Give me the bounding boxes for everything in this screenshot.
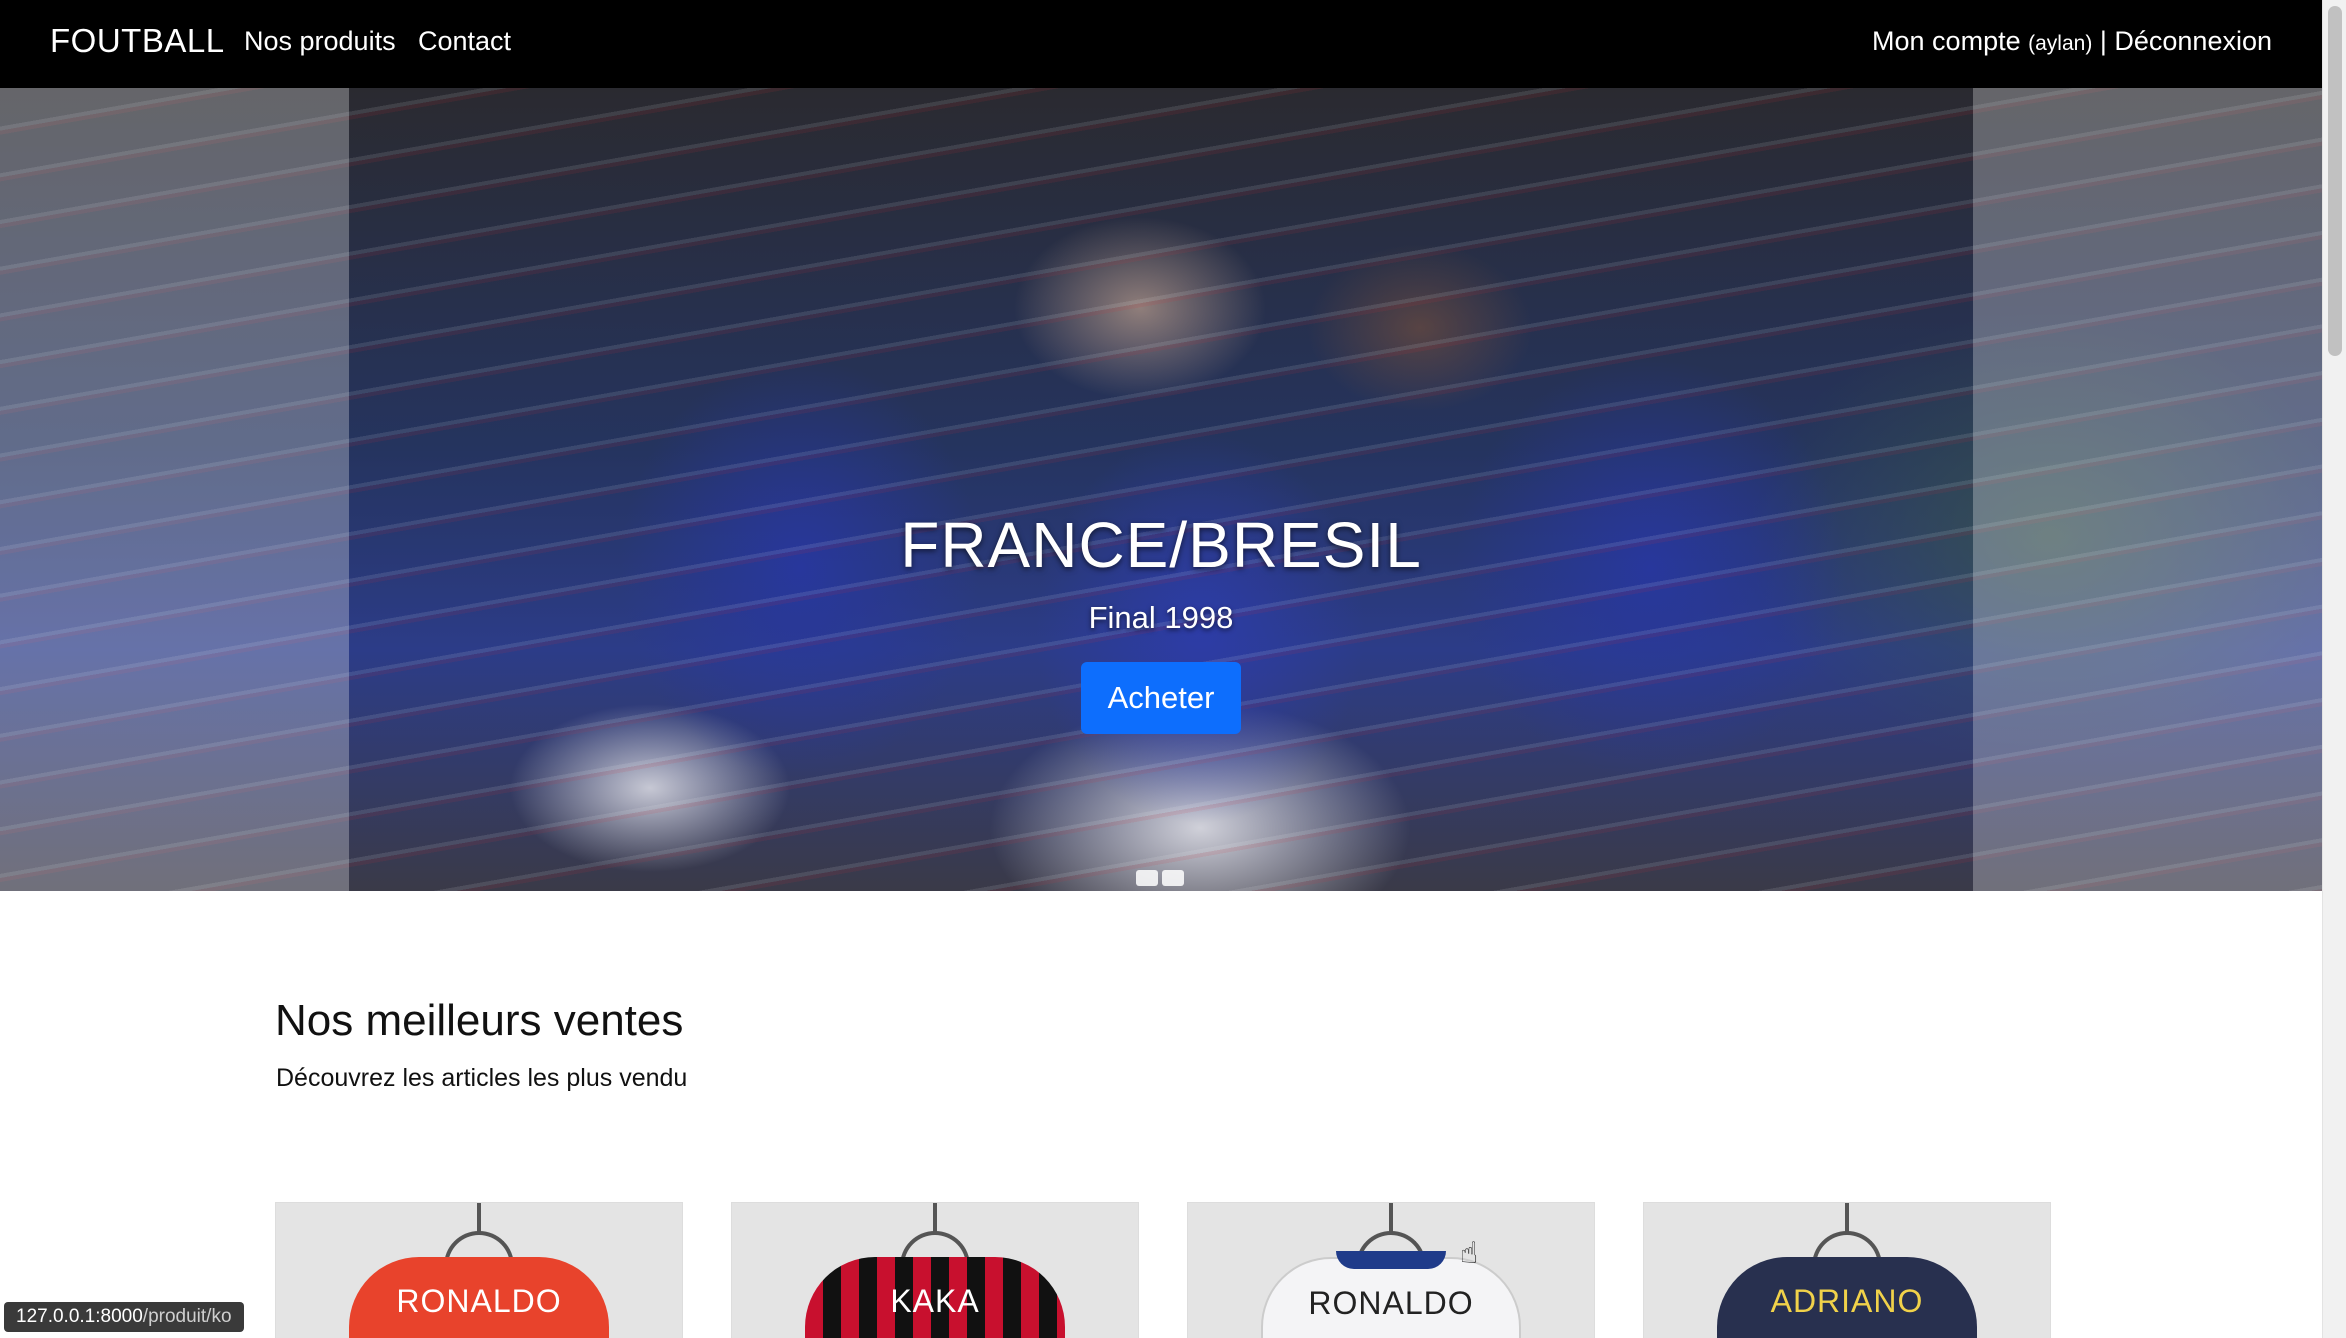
nav-link-products[interactable]: Nos produits [244, 26, 396, 57]
carousel-indicator-2[interactable] [1162, 870, 1184, 886]
jersey-name: RONALDO [1308, 1285, 1474, 1321]
jersey-name: RONALDO [396, 1283, 562, 1319]
product-image-jersey: RONALDO [349, 1257, 609, 1338]
hero-carousel: FRANCE/BRESIL Final 1998 Acheter [0, 88, 2322, 891]
product-grid: RONALDO KAKA RONALDO ADRIANO [275, 1202, 2051, 1338]
bestsellers-title: Nos meilleurs ventes [275, 996, 684, 1045]
carousel-next-control[interactable] [1973, 88, 2322, 891]
my-account-label: Mon compte [1872, 26, 2021, 56]
jersey-name: KAKA [890, 1283, 980, 1319]
bestsellers-subtitle: Découvrez les articles les plus vendu [276, 1064, 688, 1092]
carousel-indicator-1[interactable] [1136, 870, 1158, 886]
hand-pointer-cursor-icon: ☝ [1460, 1237, 1479, 1270]
jersey-name: ADRIANO [1770, 1283, 1924, 1319]
status-url-host: 127.0.0.1:8000 [16, 1306, 143, 1327]
product-image-jersey: KAKA [805, 1257, 1065, 1338]
page-scrollbar[interactable] [2322, 0, 2346, 1338]
my-account-link[interactable]: Mon compte (aylan) [1872, 26, 2092, 56]
jersey-collar [1336, 1251, 1446, 1269]
product-card[interactable]: ADRIANO [1643, 1202, 2051, 1338]
hero-subtitle: Final 1998 [1088, 600, 1234, 635]
hero-title: FRANCE/BRESIL [900, 509, 1422, 581]
carousel-indicators [1136, 870, 1184, 886]
brand-logo[interactable]: FOUTBALL [50, 22, 225, 60]
hanger-hook [933, 1203, 937, 1233]
top-navbar: FOUTBALL Nos produits Contact Mon compte… [0, 0, 2322, 88]
carousel-caption: FRANCE/BRESIL Final 1998 Acheter [0, 508, 2322, 734]
product-image-jersey: RONALDO [1261, 1257, 1521, 1338]
hanger-hook [1845, 1203, 1849, 1233]
product-card[interactable]: RONALDO [1187, 1202, 1595, 1338]
nav-link-contact[interactable]: Contact [418, 26, 511, 57]
hanger-hook [477, 1203, 481, 1233]
account-area: Mon compte (aylan) | Déconnexion [1872, 26, 2272, 57]
scrollbar-thumb[interactable] [2328, 6, 2342, 356]
account-separator: | [2099, 26, 2107, 56]
status-url-path: /produit/ko [142, 1306, 232, 1327]
link-status-bar: 127.0.0.1:8000/produit/ko [4, 1302, 244, 1332]
logout-link[interactable]: Déconnexion [2114, 26, 2272, 56]
product-card[interactable]: KAKA [731, 1202, 1139, 1338]
product-image-jersey: ADRIANO [1717, 1257, 1977, 1338]
account-username: (aylan) [2028, 32, 2093, 55]
carousel-prev-control[interactable] [0, 88, 349, 891]
product-card[interactable]: RONALDO [275, 1202, 683, 1338]
hanger-hook [1389, 1203, 1393, 1233]
buy-button[interactable]: Acheter [1080, 662, 1242, 734]
